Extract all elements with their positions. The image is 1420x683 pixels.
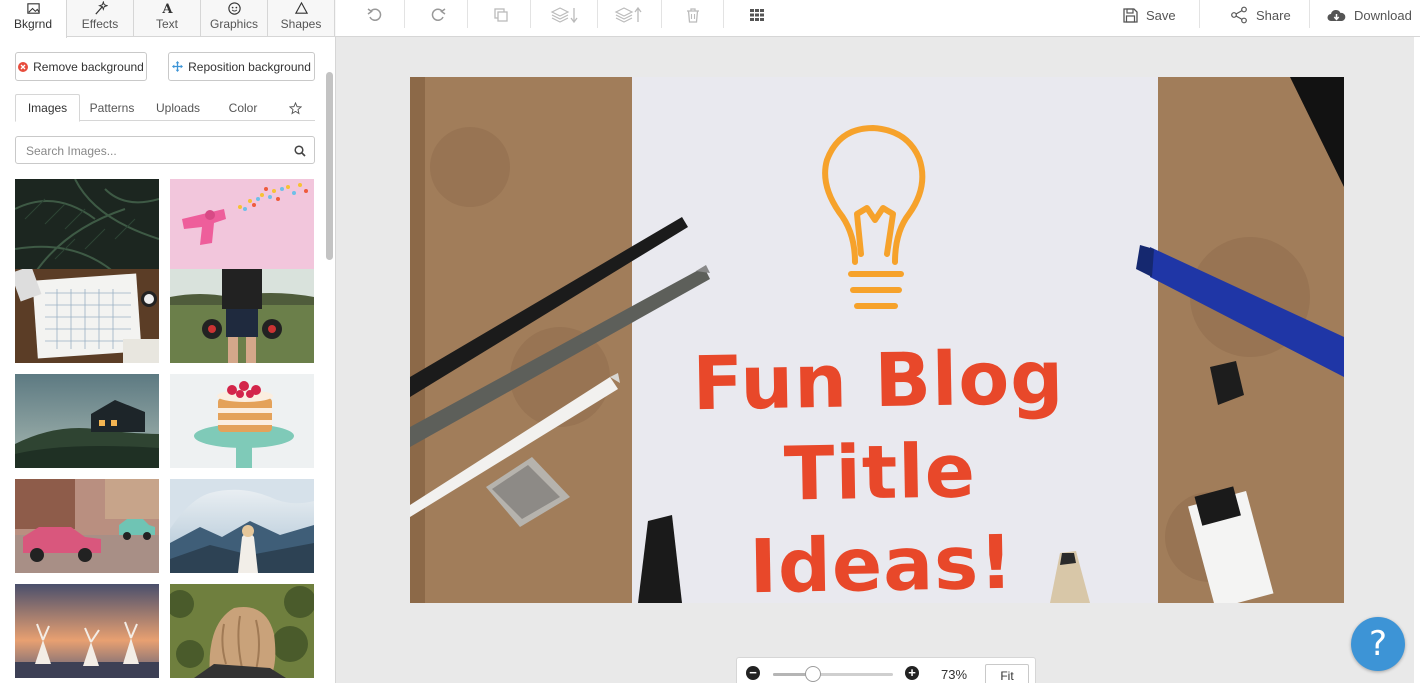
left-panel: Bkgrnd Effects A Text Graphics Shapes Re…: [0, 0, 336, 683]
move-arrows-icon: [172, 61, 184, 72]
download-label: Download: [1354, 7, 1412, 23]
duplicate-button[interactable]: [486, 0, 516, 30]
image-search-box: [15, 136, 315, 164]
zoom-slider[interactable]: [773, 666, 893, 682]
thumbnail-kettlebells[interactable]: [170, 269, 314, 363]
thumbnail-house-on-hill[interactable]: [15, 374, 159, 468]
grid-button[interactable]: [742, 0, 772, 30]
save-button[interactable]: Save: [1123, 0, 1176, 30]
tab-patterns[interactable]: Patterns: [81, 94, 143, 122]
share-icon: [1231, 6, 1247, 24]
thumbnail-dancers-sunset[interactable]: [15, 584, 159, 678]
remove-background-button[interactable]: Remove background: [15, 52, 147, 81]
zoom-percent: 73%: [941, 667, 968, 682]
thumbnail-vintage-car[interactable]: [15, 479, 159, 573]
share-button[interactable]: Share: [1230, 0, 1291, 30]
tab-favorites[interactable]: [283, 94, 307, 122]
smiley-icon: [227, 2, 241, 15]
title-line-1: Fun Blog: [691, 334, 1065, 428]
tab-graphics[interactable]: Graphics: [201, 0, 268, 37]
zoom-in-button[interactable]: +: [905, 666, 919, 680]
save-label: Save: [1146, 7, 1176, 23]
tab-label: Bkgrnd: [13, 17, 53, 31]
tab-images[interactable]: Images: [15, 94, 80, 122]
help-button[interactable]: ?: [1351, 617, 1405, 671]
thumbnail-mountain-view[interactable]: [170, 479, 314, 573]
tab-text[interactable]: A Text: [134, 0, 201, 37]
duplicate-icon: [494, 8, 508, 22]
tab-label: Text: [155, 17, 178, 31]
image-source-tabs: Images Patterns Uploads Color: [15, 94, 315, 122]
toolbar-divider: [404, 0, 405, 28]
bring-forward-button[interactable]: [612, 0, 646, 30]
right-scroll-edge: [1414, 37, 1420, 683]
lightbulb-graphic[interactable]: [815, 122, 935, 322]
left-tab-bar: Bkgrnd Effects A Text Graphics Shapes: [0, 0, 336, 38]
toolbar-divider: [1309, 0, 1310, 28]
remove-icon: [18, 61, 29, 72]
toolbar-divider: [597, 0, 598, 28]
delete-button[interactable]: [678, 0, 708, 30]
redo-icon: [431, 8, 446, 21]
toolbar-divider: [1199, 0, 1200, 28]
reposition-background-button[interactable]: Reposition background: [168, 52, 315, 81]
tab-label: Shapes: [280, 17, 322, 31]
panel-scrollbar[interactable]: [326, 72, 333, 260]
thumbnail-pink-toy-gun[interactable]: [170, 179, 314, 273]
thumbnail-curly-hair[interactable]: [170, 584, 314, 678]
editor-app: Bkgrnd Effects A Text Graphics Shapes Re…: [0, 0, 1420, 683]
undo-button[interactable]: [360, 0, 390, 30]
tab-uploads[interactable]: Uploads: [147, 94, 209, 122]
share-label: Share: [1256, 7, 1291, 23]
redo-button[interactable]: [423, 0, 453, 30]
image-icon: [26, 3, 40, 14]
tab-effects[interactable]: Effects: [67, 0, 134, 37]
svg-text:A: A: [161, 2, 173, 16]
tab-shapes[interactable]: Shapes: [268, 0, 335, 37]
tab-label: Graphics: [209, 17, 259, 31]
undo-icon: [367, 8, 382, 21]
thumbnail-calendar[interactable]: [15, 269, 159, 363]
fit-button[interactable]: Fit: [985, 664, 1029, 683]
cloud-download-icon: [1327, 9, 1346, 21]
tab-color[interactable]: Color: [213, 94, 273, 122]
layer-up-icon: [614, 6, 642, 23]
tab-label: Effects: [81, 17, 119, 31]
text-icon: A: [161, 2, 173, 16]
title-line-2: Title Ideas!: [748, 428, 1015, 603]
search-icon[interactable]: [294, 145, 306, 157]
send-backward-button[interactable]: [548, 0, 582, 30]
image-thumbnail-grid: [15, 179, 315, 683]
reposition-background-label: Reposition background: [188, 59, 311, 74]
zoom-slider-handle[interactable]: [804, 666, 821, 682]
search-input[interactable]: [26, 142, 286, 160]
thumbnail-palm-leaves[interactable]: [15, 179, 159, 273]
toolbar-divider: [661, 0, 662, 28]
download-button[interactable]: Download: [1327, 0, 1412, 30]
save-icon: [1123, 7, 1138, 23]
layer-down-icon: [550, 7, 578, 24]
star-icon: [288, 101, 302, 114]
grid-icon: [750, 9, 764, 21]
top-toolbar: Save Share Download: [336, 0, 1420, 37]
magic-wand-icon: [94, 1, 108, 15]
zoom-control: − + 73% Fit: [736, 657, 1036, 683]
toolbar-divider: [530, 0, 531, 28]
thumbnail-raspberry-cake[interactable]: [170, 374, 314, 468]
remove-background-label: Remove background: [33, 59, 144, 74]
trash-icon: [687, 8, 699, 23]
toolbar-divider: [467, 0, 468, 28]
zoom-out-button[interactable]: −: [746, 666, 760, 680]
canvas-title-text[interactable]: Fun Blog Title Ideas!: [658, 331, 1103, 603]
design-canvas[interactable]: Fun Blog Title Ideas!: [410, 77, 1344, 603]
tab-background[interactable]: Bkgrnd: [0, 0, 67, 38]
triangle-icon: [294, 1, 308, 14]
toolbar-divider: [723, 0, 724, 28]
